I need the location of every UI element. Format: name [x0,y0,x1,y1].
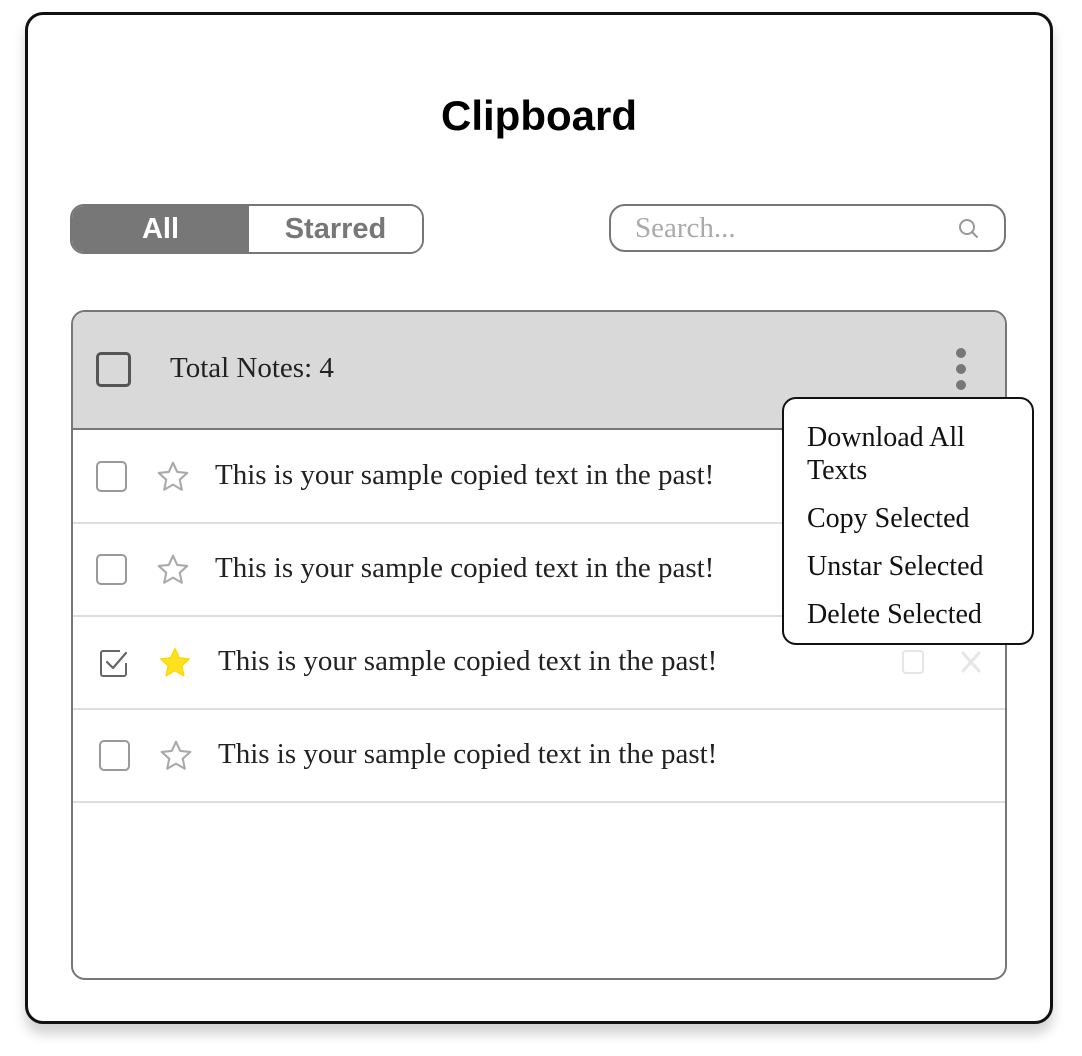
note-text: This is your sample copied text in the p… [215,459,715,491]
options-menu: Download All Texts Copy Selected Unstar … [782,397,1034,645]
row-actions-icon[interactable] [899,647,989,677]
more-options-icon[interactable] [949,348,973,392]
note-checkbox[interactable] [96,554,127,585]
tab-all[interactable]: All [72,206,249,252]
star-filled-icon[interactable] [157,645,193,681]
menu-item-unstar-selected[interactable]: Unstar Selected [784,550,1017,583]
note-text: This is your sample copied text in the p… [215,552,715,584]
star-outline-icon[interactable] [155,552,191,588]
star-outline-icon[interactable] [155,459,191,495]
note-text: This is your sample copied text in the p… [218,738,718,770]
note-checkbox[interactable] [99,740,130,771]
search-input[interactable] [635,211,935,245]
page-title: Clipboard [441,92,637,139]
menu-item-delete-selected[interactable]: Delete Selected [784,598,1017,631]
note-checkbox[interactable] [96,461,127,492]
menu-item-download-all[interactable]: Download All Texts [784,421,1017,487]
menu-item-copy-selected[interactable]: Copy Selected [784,502,1017,535]
select-all-checkbox[interactable] [96,352,131,387]
checked-checkbox-icon[interactable] [98,647,130,679]
star-outline-icon[interactable] [158,738,194,774]
tab-starred[interactable]: Starred [249,206,422,252]
search-icon[interactable] [956,216,980,240]
note-text: This is your sample copied text in the p… [218,645,718,677]
total-notes-count: Total Notes: 4 [170,352,334,384]
filter-tabs: All Starred [70,204,424,254]
note-row[interactable]: This is your sample copied text in the p… [73,709,1005,803]
search-box [609,204,1006,252]
